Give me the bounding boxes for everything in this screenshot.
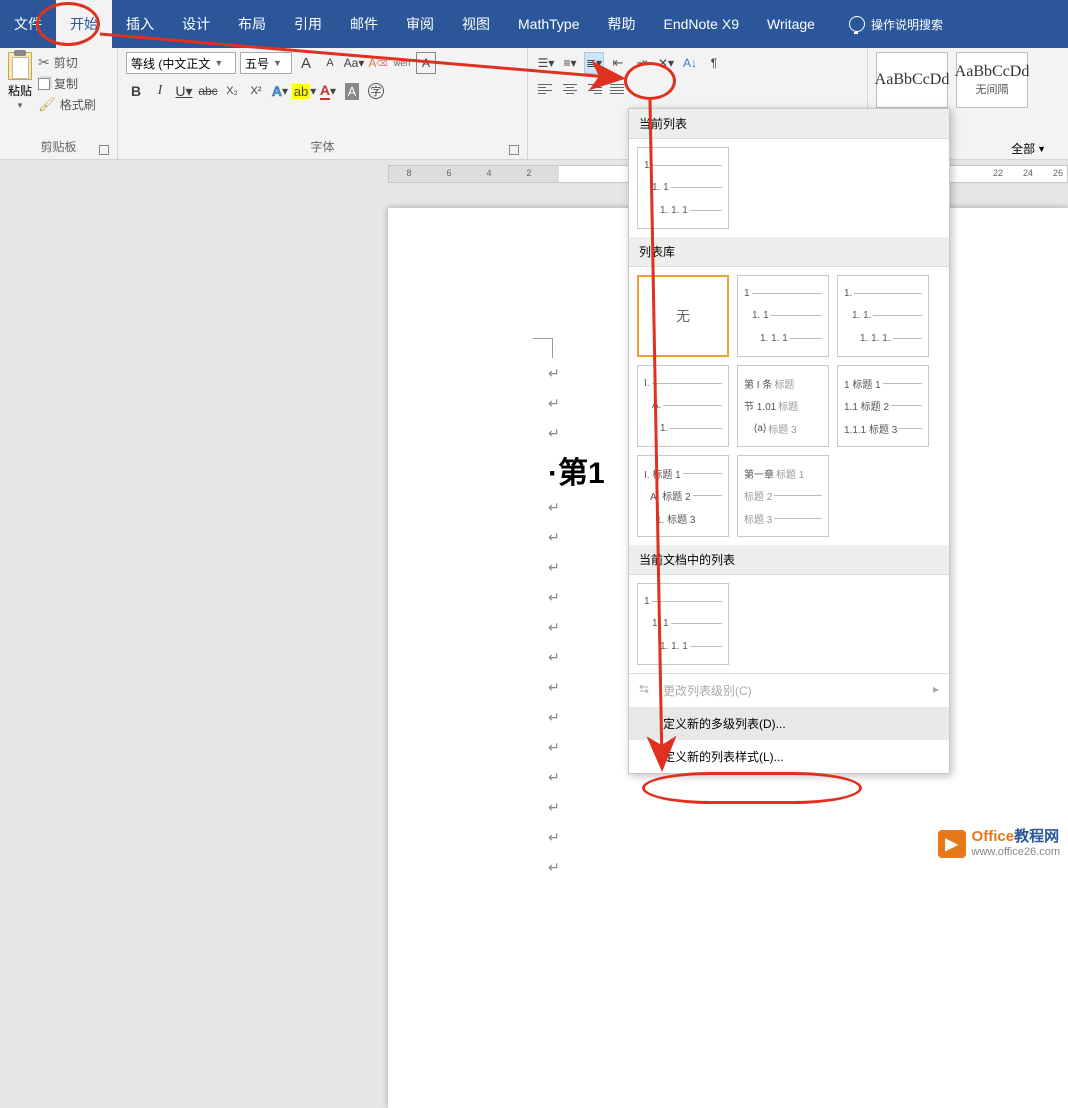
italic-button[interactable]: I	[150, 80, 170, 102]
scissors-icon: ✂	[38, 54, 50, 71]
highlight-button[interactable]: ab▾	[294, 80, 314, 102]
align-right-button[interactable]	[584, 80, 604, 102]
paste-label: 粘贴	[8, 82, 32, 99]
menu-bar: 文件 开始 插入 设计 布局 引用 邮件 审阅 视图 MathType 帮助 E…	[0, 0, 1068, 48]
launcher-icon[interactable]	[509, 145, 519, 155]
bulb-icon	[849, 16, 865, 32]
menu-file[interactable]: 文件	[0, 0, 56, 48]
cut-button[interactable]: ✂剪切	[38, 54, 96, 71]
tell-me-search[interactable]: 操作说明搜索	[849, 16, 943, 33]
ml-lib-item[interactable]: I. 标题 1 A. 标题 2 1. 标题 3	[637, 455, 729, 537]
align-left-button[interactable]	[536, 80, 556, 102]
format-painter-button[interactable]: 🖌格式刷	[38, 96, 96, 113]
clipboard-group-label: 剪贴板	[8, 138, 109, 157]
increase-indent-button[interactable]: ⇥	[632, 52, 652, 74]
multilevel-list-button[interactable]: ≣▾	[584, 52, 604, 74]
ml-define-new-style[interactable]: 定义新的列表样式(L)...	[629, 740, 949, 773]
multilevel-dropdown: 当前列表 1 1. 1 1. 1. 1 列表库 无 1 1. 1 1. 1. 1…	[628, 108, 950, 774]
ml-lib-item[interactable]: 1 标题 1 1.1 标题 2 1.1.1 标题 3	[837, 365, 929, 447]
menu-insert[interactable]: 插入	[112, 0, 168, 48]
phonetic-button[interactable]: wén	[392, 52, 412, 74]
text-effects-button[interactable]: A▾	[270, 80, 290, 102]
decrease-indent-button[interactable]: ⇤	[608, 52, 628, 74]
indent-icon: ⇆	[639, 682, 653, 694]
brush-icon: 🖌	[38, 96, 56, 113]
logo-icon: ▶	[938, 830, 966, 858]
strike-button[interactable]: abc	[198, 80, 218, 102]
ml-lib-none[interactable]: 无	[637, 275, 729, 357]
menu-help[interactable]: 帮助	[593, 0, 649, 48]
font-color-button[interactable]: A▾	[318, 80, 338, 102]
bold-button[interactable]: B	[126, 80, 146, 102]
menu-layout[interactable]: 布局	[224, 0, 280, 48]
sort-button[interactable]: A↓	[680, 52, 700, 74]
asian-layout-button[interactable]: ✕▾	[656, 52, 676, 74]
ml-doc-item[interactable]: 1 1. 1 1. 1. 1	[637, 583, 729, 665]
watermark: ▶ Office教程网 www.office26.com	[938, 829, 1060, 858]
change-case-button[interactable]: Aa▾	[344, 52, 364, 74]
font-group-label: 字体	[126, 138, 519, 157]
menu-view[interactable]: 视图	[448, 0, 504, 48]
ml-section-library: 列表库	[629, 237, 949, 267]
menu-home[interactable]: 开始	[56, 0, 112, 48]
menu-design[interactable]: 设计	[168, 0, 224, 48]
chevron-right-icon: ▸	[933, 682, 939, 696]
style-normal[interactable]: AaBbCcDd	[876, 52, 948, 108]
ml-lib-item[interactable]: 1 1. 1 1. 1. 1	[737, 275, 829, 357]
group-font: 等线 (中文正文▼ 五号▼ A A Aa▾ A⌫ wén A B I U▾ ab…	[118, 48, 528, 159]
menu-writage[interactable]: Writage	[753, 2, 829, 46]
copy-icon	[38, 78, 50, 90]
bullets-button[interactable]: ☰▾	[536, 52, 556, 74]
tell-me-label: 操作说明搜索	[871, 16, 943, 33]
font-size-combo[interactable]: 五号▼	[240, 52, 292, 74]
subscript-button[interactable]: X₂	[222, 80, 242, 102]
ml-section-indoc: 当前文档中的列表	[629, 545, 949, 575]
launcher-icon[interactable]	[99, 145, 109, 155]
style-nospacing[interactable]: AaBbCcDd 无间隔	[956, 52, 1028, 108]
font-name-combo[interactable]: 等线 (中文正文▼	[126, 52, 236, 74]
copy-button[interactable]: 复制	[38, 75, 96, 92]
paste-button[interactable]: 粘贴 ▼	[8, 52, 32, 110]
menu-endnote[interactable]: EndNote X9	[649, 2, 753, 46]
ml-lib-item[interactable]: 1. 1. 1. 1. 1. 1.	[837, 275, 929, 357]
group-clipboard: 粘贴 ▼ ✂剪切 复制 🖌格式刷 剪贴板	[0, 48, 118, 159]
superscript-button[interactable]: X²	[246, 80, 266, 102]
show-marks-button[interactable]: ¶	[704, 52, 724, 74]
justify-button[interactable]	[608, 80, 628, 102]
char-border-button[interactable]: A	[416, 52, 436, 74]
shrink-font-button[interactable]: A	[320, 52, 340, 74]
underline-button[interactable]: U▾	[174, 80, 194, 102]
ml-lib-item[interactable]: 第 I 条标题 节 1.01标题 (a)标题 3	[737, 365, 829, 447]
ml-lib-item[interactable]: I. A. 1.	[637, 365, 729, 447]
menu-mailings[interactable]: 邮件	[336, 0, 392, 48]
char-shading-button[interactable]: A	[342, 80, 362, 102]
align-center-button[interactable]	[560, 80, 580, 102]
numbering-button[interactable]: ≡▾	[560, 52, 580, 74]
ml-lib-item[interactable]: 第一章标题 1 标题 2 标题 3	[737, 455, 829, 537]
menu-references[interactable]: 引用	[280, 0, 336, 48]
ml-section-current: 当前列表	[629, 109, 949, 139]
grow-font-button[interactable]: A	[296, 52, 316, 74]
ml-current-item[interactable]: 1 1. 1 1. 1. 1	[637, 147, 729, 229]
clear-format-button[interactable]: A⌫	[368, 52, 388, 74]
menu-review[interactable]: 审阅	[392, 0, 448, 48]
enclose-char-button[interactable]: 字	[366, 80, 386, 102]
menu-mathtype[interactable]: MathType	[504, 2, 593, 46]
paste-icon	[8, 52, 32, 80]
ml-change-level: ⇆ 更改列表级别(C) ▸	[629, 674, 949, 707]
ml-define-new-list[interactable]: 定义新的多级列表(D)...	[629, 707, 949, 740]
